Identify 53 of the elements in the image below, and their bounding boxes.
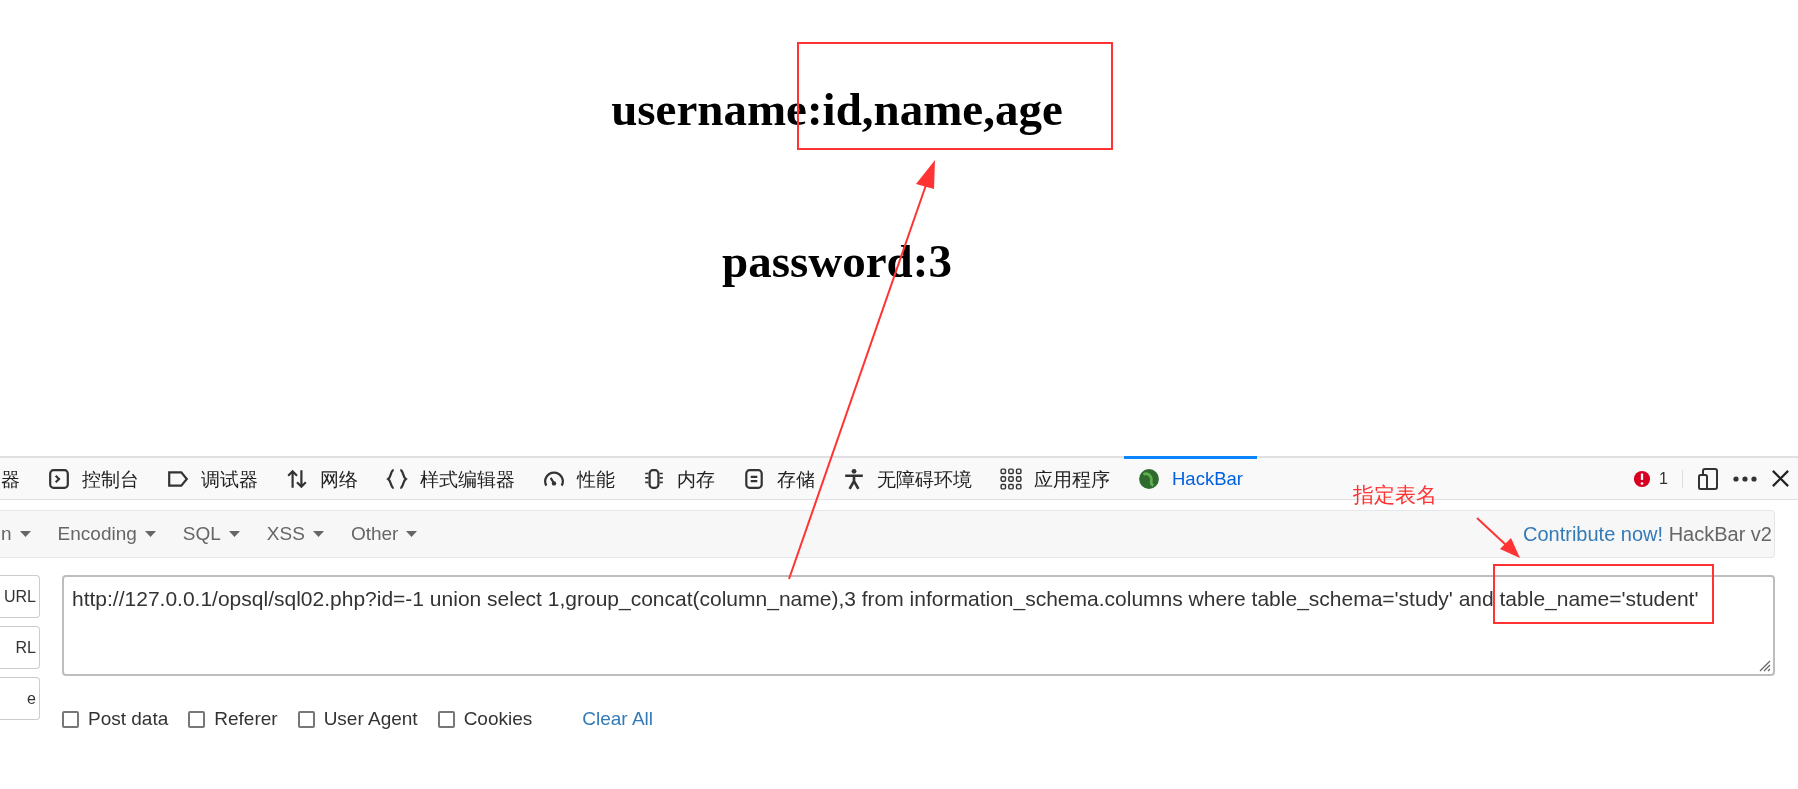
person-icon — [843, 468, 865, 490]
devtools-tab[interactable]: 网络 — [272, 456, 372, 499]
devtools-tab[interactable]: 无障碍环境 — [829, 456, 986, 499]
error-icon — [1633, 469, 1652, 488]
annotation-label: 指定表名 — [1353, 482, 1437, 508]
checkbox[interactable] — [188, 710, 206, 728]
devtools-tab[interactable]: 控制台 — [34, 456, 153, 499]
menu-dropdown[interactable]: XSS — [266, 523, 324, 545]
braces-icon — [386, 468, 408, 490]
checkbox[interactable] — [437, 710, 455, 728]
devtools-tab[interactable]: 样式编辑器 — [372, 456, 529, 499]
checkbox-label[interactable]: Cookies — [463, 708, 533, 730]
responsive-icon[interactable] — [1697, 466, 1719, 491]
resize-grip-icon[interactable] — [1757, 658, 1771, 672]
menu-dropdown[interactable]: n — [1, 523, 31, 545]
menu-dropdown[interactable]: Other — [350, 523, 418, 545]
devtools-tab[interactable]: 器 — [0, 456, 34, 499]
devtools-tab[interactable]: 调试器 — [153, 456, 272, 499]
url-field[interactable]: http://127.0.0.1/opsql/sql02.php?id=-1 union select 1,group_concat(column_name),3 from information_schema.columns where table_schema='study' and table_name='student' — [62, 575, 1775, 676]
annotation-arrow — [1476, 517, 1520, 558]
console-icon — [48, 468, 70, 490]
more-icon[interactable] — [1733, 475, 1757, 482]
checkbox-label[interactable]: Referer — [214, 708, 278, 730]
close-icon[interactable] — [1771, 469, 1790, 488]
devtools-tab[interactable]: 存储 — [729, 456, 829, 499]
globe-icon — [1138, 468, 1160, 490]
devtools-tab[interactable]: 内存 — [629, 456, 729, 499]
checkbox[interactable] — [297, 710, 315, 728]
devtools-tab[interactable]: 应用程序 — [986, 456, 1124, 499]
clear-all-link[interactable]: Clear All — [582, 708, 654, 730]
caret-icon — [406, 531, 418, 537]
hackbar-credit: Contribute now! HackBar v2 — [1523, 522, 1773, 546]
caret-icon — [312, 531, 324, 537]
tag-icon — [167, 468, 189, 490]
arrows-icon — [286, 468, 308, 490]
checkbox[interactable] — [62, 710, 79, 728]
side-button[interactable]: e — [0, 677, 40, 720]
error-count[interactable]: 1 — [1659, 469, 1668, 488]
caret-icon — [144, 531, 156, 537]
devtools-tab[interactable]: 性能 — [529, 456, 629, 499]
caret-icon — [228, 531, 240, 537]
side-button[interactable]: RL — [0, 626, 40, 669]
menu-dropdown[interactable]: SQL — [182, 523, 240, 545]
devtools-tab[interactable]: HackBar — [1124, 456, 1257, 499]
checkbox-label[interactable]: User Agent — [323, 708, 418, 730]
chip-icon — [643, 468, 665, 490]
menu-dropdown[interactable]: Encoding — [57, 523, 156, 545]
contribute-link[interactable]: Contribute now! — [1523, 522, 1664, 545]
caret-icon — [19, 531, 31, 537]
side-button[interactable]: URL — [0, 575, 40, 618]
storage-icon — [743, 468, 765, 490]
checkbox-label[interactable]: Post data — [88, 708, 169, 730]
grid-icon — [1000, 468, 1022, 490]
